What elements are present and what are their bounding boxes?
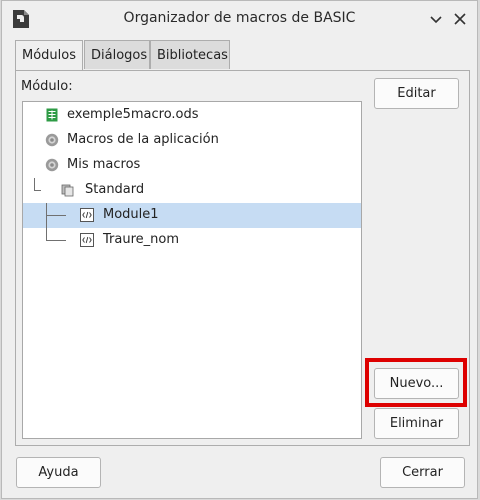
macro-library-icon	[45, 133, 59, 147]
macro-library-icon	[45, 158, 59, 172]
chevron-down-icon[interactable]	[428, 11, 444, 27]
tree-item-my-macros[interactable]: Mis macros	[23, 153, 361, 178]
tree-item-module1[interactable]: Module1	[23, 203, 361, 228]
tab-modulos[interactable]: Módulos	[15, 40, 83, 71]
tree-item-label: Standard	[85, 182, 145, 197]
title-bar: Organizador de macros de BASIC	[2, 1, 477, 37]
tree-item-traure-nom[interactable]: Traure_nom	[23, 228, 361, 253]
macro-tree[interactable]: exemple5macro.ods Macros de la aplicació…	[22, 101, 362, 439]
module-label: Módulo:	[21, 79, 73, 94]
tree-item-standard[interactable]: Standard	[23, 178, 361, 203]
tree-item-label: Mis macros	[67, 157, 141, 172]
tree-item-document[interactable]: exemple5macro.ods	[23, 103, 361, 128]
tree-connector	[46, 215, 66, 216]
tab-bibliotecas[interactable]: Bibliotecas	[150, 40, 230, 69]
tree-item-label: Module1	[103, 207, 159, 222]
tab-dialogos[interactable]: Diálogos	[84, 40, 150, 69]
help-button[interactable]: Ayuda	[16, 457, 101, 488]
library-icon	[61, 184, 74, 197]
edit-button[interactable]: Editar	[374, 78, 459, 109]
tree-item-label: exemple5macro.ods	[67, 107, 199, 122]
new-button[interactable]: Nuevo...	[374, 368, 459, 399]
close-button[interactable]: Cerrar	[380, 457, 465, 488]
delete-button[interactable]: Eliminar	[374, 408, 459, 439]
tree-item-app-macros[interactable]: Macros de la aplicación	[23, 128, 361, 153]
module-icon	[80, 233, 94, 247]
tree-item-label: Traure_nom	[103, 232, 179, 247]
window-title: Organizador de macros de BASIC	[123, 10, 356, 26]
spreadsheet-icon	[46, 108, 58, 122]
tree-item-label: Macros de la aplicación	[67, 132, 219, 147]
module-icon	[80, 208, 94, 222]
close-icon[interactable]	[452, 11, 468, 27]
